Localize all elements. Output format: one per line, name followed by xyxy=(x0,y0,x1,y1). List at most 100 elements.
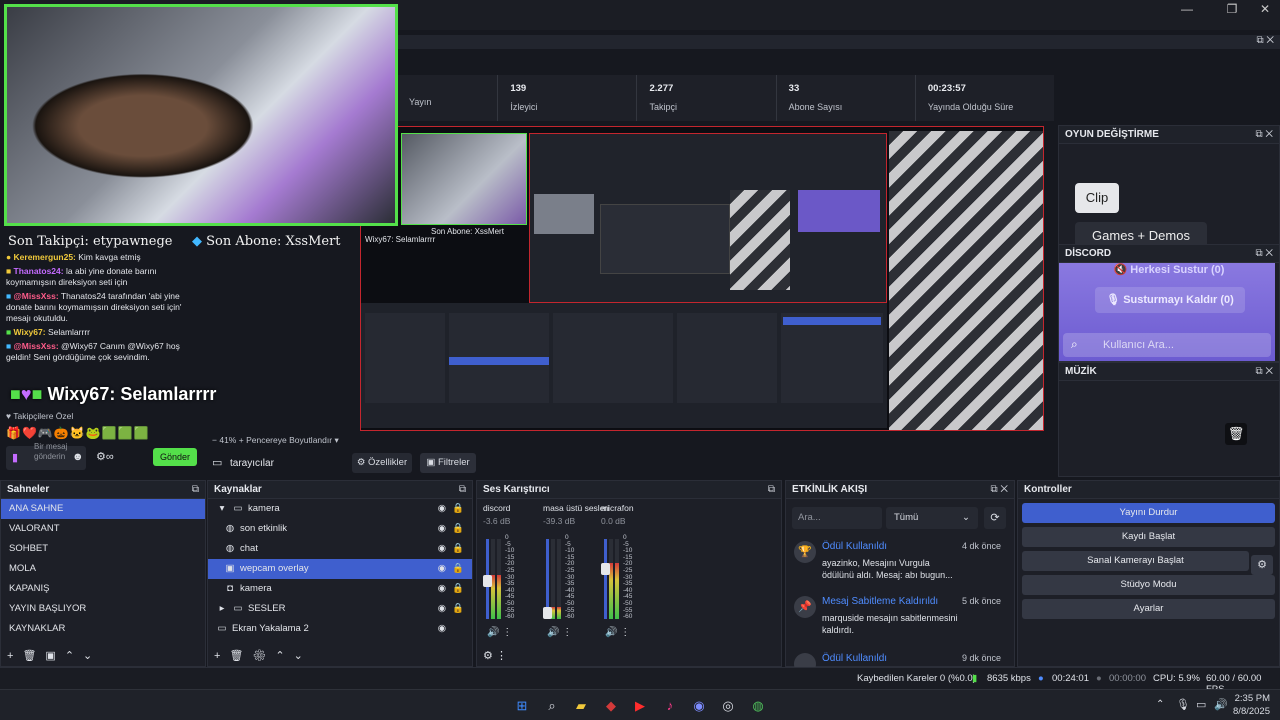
chat-input[interactable]: ▮ Bir mesaj gönderin ☻ xyxy=(6,442,86,470)
eye-icon[interactable]: ◉ xyxy=(438,619,446,639)
settings-button[interactable]: Ayarlar xyxy=(1022,599,1275,619)
source-item[interactable]: ▸ ▭ SESLER ◉ 🔒 xyxy=(208,599,472,619)
network-icon[interactable]: ▭ xyxy=(1196,698,1206,711)
chevron-down-icon[interactable]: ▾ xyxy=(334,435,338,445)
dock-controls[interactable]: ⧉ xyxy=(192,481,199,499)
more-icon[interactable]: ⋮ xyxy=(559,627,572,638)
chevron-down-icon[interactable]: ▾ xyxy=(216,499,228,519)
lock-icon[interactable]: 🔒 xyxy=(452,539,464,559)
lock-icon[interactable]: 🔒 xyxy=(452,559,464,579)
studio-mode-button[interactable]: Stüdyo Modu xyxy=(1022,575,1275,595)
windows-start-icon[interactable]: ⊞ xyxy=(514,698,530,714)
filter-icon[interactable]: ▣ xyxy=(45,650,64,662)
scene-item[interactable]: VALORANT xyxy=(1,519,205,539)
source-item[interactable]: ◍ chat ◉ 🔒 xyxy=(208,539,472,559)
minimize-button[interactable]: — xyxy=(1172,2,1202,16)
trash-icon[interactable]: 🗑 xyxy=(229,650,252,662)
source-item[interactable]: ◍ son etkinlik ◉ 🔒 xyxy=(208,519,472,539)
volume-fader-knob[interactable] xyxy=(483,575,492,587)
mute-all-button[interactable]: 🔇 Herkesi Sustur (0) xyxy=(1099,263,1239,276)
dock-controls[interactable]: ⧉ xyxy=(459,481,466,499)
points-icon[interactable]: ⚙∞ xyxy=(96,450,114,463)
scene-item[interactable]: ANA SAHNE xyxy=(1,499,205,519)
scene-item[interactable]: YAYIN BAŞLIYOR xyxy=(1,599,205,619)
eye-icon[interactable]: ◉ xyxy=(438,499,446,519)
properties-button[interactable]: ⚙ Özellikler xyxy=(352,453,412,473)
unmute-button[interactable]: 🎙 Susturmayı Kaldır (0) xyxy=(1095,287,1245,313)
eye-icon[interactable]: ◉ xyxy=(438,559,446,579)
mic-icon[interactable]: ▮ xyxy=(12,451,18,464)
dock-controls[interactable]: ⧉ ✕ xyxy=(990,481,1008,499)
scene-preview[interactable]: Wixy67: Selamlarrrr Son Abone: XssMert xyxy=(360,126,1044,431)
eye-icon[interactable]: ◉ xyxy=(438,579,446,599)
dock-controls[interactable]: ⧉ ✕ xyxy=(1255,363,1273,381)
more-icon[interactable]: ⋮ xyxy=(496,650,507,662)
speaker-icon[interactable]: 🔊 xyxy=(487,627,499,638)
restore-button[interactable]: ❐ xyxy=(1217,2,1247,16)
chevron-up-icon[interactable]: ⌃ xyxy=(275,650,293,662)
eye-icon[interactable]: ◉ xyxy=(438,539,446,559)
clip-button[interactable]: Clip xyxy=(1075,183,1119,213)
speaker-icon[interactable]: 🔊 xyxy=(547,627,559,638)
lock-icon[interactable]: 🔒 xyxy=(452,579,464,599)
discord-icon[interactable]: ◉ xyxy=(691,698,707,714)
chevron-right-icon[interactable]: ▸ xyxy=(216,599,228,619)
user-search-input[interactable]: ⌕ Kullanıcı Ara... xyxy=(1063,333,1271,357)
speaker-icon[interactable]: 🔊 xyxy=(605,627,617,638)
eye-icon[interactable]: ◉ xyxy=(438,599,446,619)
dock-controls[interactable]: ⧉ ✕ xyxy=(1256,35,1274,46)
volume-fader[interactable] xyxy=(601,539,610,619)
chrome-icon[interactable]: ◍ xyxy=(750,698,766,714)
start-record-button[interactable]: Kaydı Başlat xyxy=(1022,527,1275,547)
gear-icon[interactable]: ⚙ xyxy=(1251,555,1273,575)
lock-icon[interactable]: 🔒 xyxy=(452,599,464,619)
activity-item[interactable]: 🏆 Ödül Kullanıldı 4 dk önce ayazinko, Me… xyxy=(790,537,1006,591)
source-item[interactable]: ▾ ▭ kamera ◉ 🔒 xyxy=(208,499,472,519)
clock-date[interactable]: 8/8/2025 xyxy=(1230,706,1270,717)
gear-icon[interactable]: ⚙ xyxy=(252,650,275,662)
games-demos-button[interactable]: Games + Demos xyxy=(1075,222,1207,246)
source-item[interactable]: ▭ Ekran Yakalama 2 ◉ xyxy=(208,619,472,639)
activity-item[interactable]: 📌 Mesaj Sabitleme Kaldırıldı 5 dk önce m… xyxy=(790,592,1006,646)
clock-time[interactable]: 2:35 PM xyxy=(1234,693,1270,704)
emote-row[interactable]: 🎁❤️🎮🎃🐱🐸🟩🟩🟩 xyxy=(6,426,149,440)
volume-icon[interactable]: 🔊 xyxy=(1214,698,1228,711)
filters-button[interactable]: ▣ Filtreler xyxy=(420,453,476,473)
tray-expand-icon[interactable]: ⌃ xyxy=(1156,699,1164,710)
lock-icon[interactable]: 🔒 xyxy=(452,499,464,519)
add-icon[interactable]: + xyxy=(214,650,229,662)
lock-icon[interactable]: 🔒 xyxy=(452,519,464,539)
eye-icon[interactable]: ◉ xyxy=(438,519,446,539)
volume-fader[interactable] xyxy=(483,539,492,619)
dock-controls[interactable]: ⧉ ✕ xyxy=(1255,126,1273,144)
file-explorer-icon[interactable]: ▰ xyxy=(573,698,589,714)
source-item[interactable]: ▣ wepcam overlay ◉ 🔒 xyxy=(208,559,472,579)
add-icon[interactable]: + xyxy=(7,650,22,662)
emoji-icon[interactable]: ☻ xyxy=(72,451,84,463)
start-virtual-camera-button[interactable]: Sanal Kamerayı Başlat xyxy=(1022,551,1249,571)
tiktok-icon[interactable]: ♪ xyxy=(662,698,678,714)
trash-icon[interactable]: 🗑 xyxy=(22,650,45,662)
mic-icon[interactable]: 🎙 xyxy=(1176,698,1190,711)
chevron-down-icon[interactable]: ⌄ xyxy=(83,650,101,662)
obs-icon[interactable]: ◎ xyxy=(720,698,736,714)
app-icon[interactable]: ◆ xyxy=(603,698,619,714)
scene-item[interactable]: KAYNAKLAR xyxy=(1,619,205,639)
more-icon[interactable]: ⋮ xyxy=(499,627,512,638)
search-icon[interactable]: ⌕ xyxy=(544,698,560,714)
activity-item[interactable]: Ödül Kullanıldı 9 dk önce xyxy=(790,649,1006,667)
send-button[interactable]: Gönder xyxy=(153,448,197,466)
close-window-button[interactable]: ✕ xyxy=(1250,2,1280,16)
source-item[interactable]: ◘ kamera ◉ 🔒 xyxy=(208,579,472,599)
volume-fader-knob[interactable] xyxy=(543,607,552,619)
chevron-down-icon[interactable]: ⌄ xyxy=(294,650,312,662)
zoom-level[interactable]: 41% xyxy=(219,435,236,445)
activity-filter-select[interactable]: Tümü ⌄ xyxy=(886,507,978,529)
refresh-icon[interactable]: ⟳ xyxy=(984,507,1006,529)
volume-fader[interactable] xyxy=(543,539,552,619)
chevron-up-icon[interactable]: ⌃ xyxy=(65,650,83,662)
volume-fader-knob[interactable] xyxy=(601,563,610,575)
trash-icon[interactable]: 🗑 xyxy=(1225,423,1247,445)
fit-to-window[interactable]: Pencereye Boyutlandır xyxy=(246,435,332,445)
gear-icon[interactable]: ⚙ xyxy=(483,650,493,662)
